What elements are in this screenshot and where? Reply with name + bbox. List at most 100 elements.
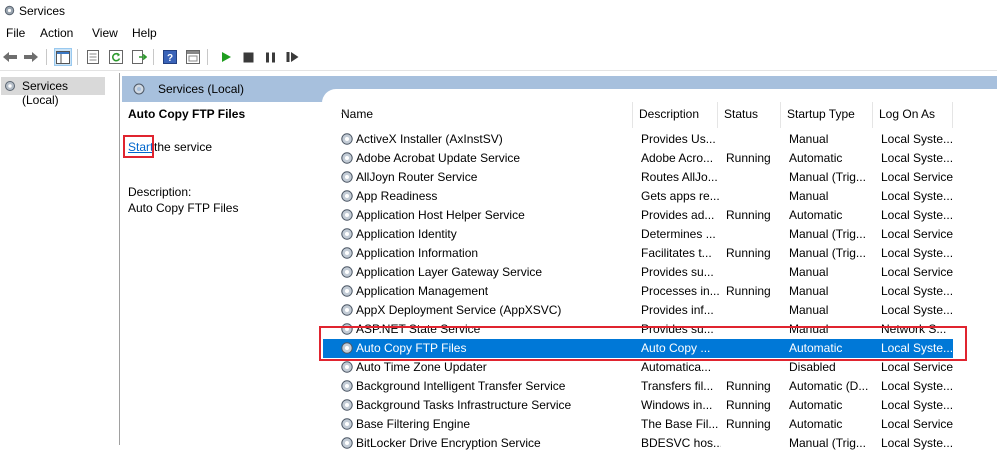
refresh-icon[interactable]	[107, 48, 125, 66]
console-icon[interactable]	[184, 48, 202, 66]
service-gear-icon	[341, 437, 353, 449]
service-description-cell: Determines ...	[641, 227, 716, 241]
service-log-on-as-cell: Local Syste...	[881, 303, 954, 317]
table-row[interactable]: AppX Deployment Service (AppXSVC) Provide…	[335, 301, 997, 320]
service-startup-type-cell: Automatic (D...	[789, 379, 869, 393]
service-gear-icon	[341, 418, 353, 430]
table-row[interactable]: AllJoyn Router Service Routes AllJo... Man…	[335, 168, 997, 187]
service-startup-type-cell: Manual (Trig...	[789, 436, 866, 450]
service-name-cell: Auto Time Zone Updater	[356, 360, 487, 374]
service-gear-icon	[341, 190, 353, 202]
menu-action[interactable]: Action	[40, 26, 73, 40]
restart-icon[interactable]	[283, 48, 301, 66]
menu-help[interactable]: Help	[132, 26, 157, 40]
play-icon[interactable]	[217, 48, 235, 66]
service-status-cell: Running	[726, 417, 771, 431]
table-row[interactable]: Application Management Processes in... Run…	[335, 282, 997, 301]
table-row[interactable]: Application Identity Determines ... Manual…	[335, 225, 997, 244]
service-startup-type-cell: Automatic	[789, 417, 843, 431]
service-description-cell: Routes AllJo...	[641, 170, 718, 184]
column-header-log-on-as[interactable]: Log On As	[873, 102, 953, 128]
tree-item-services-local[interactable]: Services (Local)	[1, 77, 105, 107]
service-description-cell: BDESVC hos...	[641, 436, 721, 450]
properties-icon[interactable]	[84, 48, 102, 66]
service-startup-type-cell: Manual (Trig...	[789, 246, 866, 260]
table-row[interactable]: ActiveX Installer (AxInstSV) Provides Us.…	[335, 130, 997, 149]
toolbar: ?	[0, 45, 997, 71]
column-header-label: Startup Type	[787, 107, 855, 121]
services-gear-icon	[133, 83, 145, 95]
service-startup-type-cell: Manual (Trig...	[789, 227, 866, 241]
pause-icon[interactable]	[261, 48, 279, 66]
service-log-on-as-cell: Local Syste...	[881, 246, 954, 260]
service-gear-icon	[341, 399, 353, 411]
service-gear-icon	[341, 171, 353, 183]
service-status-cell: Running	[726, 379, 771, 393]
help-icon[interactable]: ?	[161, 48, 179, 66]
pane-header-title: Services (Local)	[158, 82, 245, 96]
service-log-on-as-cell: Local Service	[881, 227, 954, 241]
service-startup-type-cell: Automatic	[789, 398, 843, 412]
service-description-cell: Provides Us...	[641, 132, 716, 146]
service-gear-icon	[341, 380, 353, 392]
column-header-status[interactable]: Status	[718, 102, 781, 128]
column-header-label: Status	[724, 107, 759, 121]
service-name-cell: Application Management	[356, 284, 489, 298]
column-header-label: Log On As	[879, 107, 936, 121]
service-name-cell: Background Tasks Infrastructure Service	[356, 398, 572, 412]
table-row[interactable]: Adobe Acrobat Update Service Adobe Acro..…	[335, 149, 997, 168]
export-list-icon[interactable]	[130, 48, 148, 66]
service-gear-icon	[341, 266, 353, 278]
table-row[interactable]: Application Layer Gateway Service Provide…	[335, 263, 997, 282]
column-header-startup-type[interactable]: Startup Type	[781, 102, 873, 128]
stop-icon[interactable]	[239, 48, 257, 66]
table-row[interactable]: Background Intelligent Transfer Service T…	[335, 377, 997, 396]
table-row[interactable]: Background Tasks Infrastructure Service W…	[335, 396, 997, 415]
table-row[interactable]: Application Information Facilitates t... R…	[335, 244, 997, 263]
table-row[interactable]: BitLocker Drive Encryption Service BDESVC…	[335, 434, 997, 453]
service-log-on-as-cell: Local Syste...	[881, 398, 954, 412]
description-label: Description:	[128, 185, 192, 199]
column-header-label: Description	[639, 107, 700, 121]
table-row[interactable]: Application Host Helper Service Provides …	[335, 206, 997, 225]
show-hide-tree-icon[interactable]	[54, 48, 72, 66]
service-startup-type-cell: Manual (Trig...	[789, 170, 866, 184]
service-status-cell: Running	[726, 398, 771, 412]
service-log-on-as-cell: Local Syste...	[881, 379, 954, 393]
toolbar-separator	[207, 49, 208, 65]
service-log-on-as-cell: Local Syste...	[881, 436, 954, 450]
service-gear-icon	[341, 285, 353, 297]
service-description-cell: Automatica...	[641, 360, 712, 374]
menu-view[interactable]: View	[92, 26, 118, 40]
start-service-text: the service	[154, 140, 213, 154]
svg-text:?: ?	[167, 53, 173, 64]
service-description-cell: Adobe Acro...	[641, 151, 714, 165]
table-row[interactable]: Base Filtering Engine The Base Fil... Runn…	[335, 415, 997, 434]
title-bar: Services	[0, 0, 997, 22]
service-description-cell: Provides inf...	[641, 303, 714, 317]
service-status-cell: Running	[726, 284, 771, 298]
column-header-description[interactable]: Description	[633, 102, 718, 128]
service-description-cell: Provides ad...	[641, 208, 715, 222]
service-gear-icon	[341, 209, 353, 221]
back-icon[interactable]	[1, 48, 19, 66]
services-gear-icon	[5, 81, 15, 91]
service-log-on-as-cell: Local Service	[881, 170, 954, 184]
menu-file[interactable]: File	[6, 26, 25, 40]
service-name-cell: BitLocker Drive Encryption Service	[356, 436, 541, 450]
description-value: Auto Copy FTP Files	[128, 201, 239, 215]
table-row[interactable]: App Readiness Gets apps re... Manual Local …	[335, 187, 997, 206]
service-startup-type-cell: Manual	[789, 132, 829, 146]
service-startup-type-cell: Disabled	[789, 360, 836, 374]
selected-row-highlight-box	[319, 326, 967, 361]
selected-service-name: Auto Copy FTP Files	[128, 107, 246, 121]
service-name-cell: ActiveX Installer (AxInstSV)	[356, 132, 503, 146]
column-header-name[interactable]: Name ^	[335, 102, 633, 128]
services-gear-icon	[4, 5, 15, 16]
service-gear-icon	[341, 361, 353, 373]
tree-item-label: Services (Local)	[22, 79, 69, 107]
toolbar-separator	[77, 49, 78, 65]
forward-icon[interactable]	[22, 48, 40, 66]
service-startup-type-cell: Manual	[789, 189, 829, 203]
service-name-cell: Application Information	[356, 246, 479, 260]
